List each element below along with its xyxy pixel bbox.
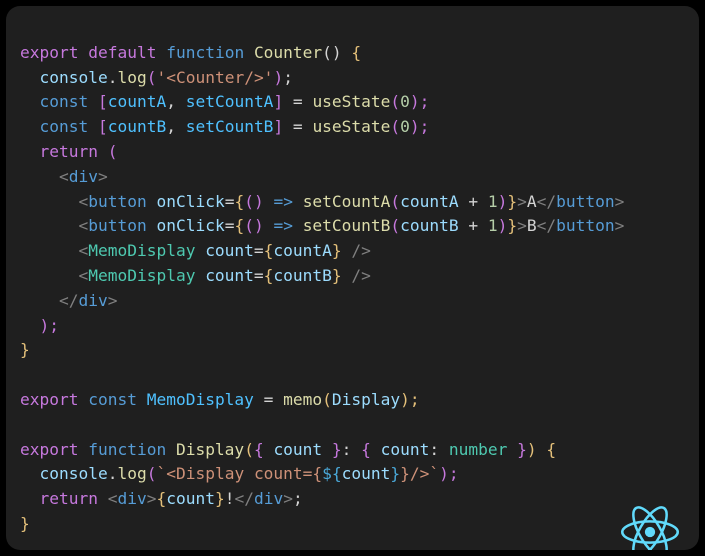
code-line-5: return ( (20, 142, 117, 161)
react-logo-icon (621, 478, 679, 536)
screenshot-frame: export default function Counter() { cons… (0, 0, 705, 556)
code-line-19: return <div>{count}!</div>; (20, 489, 303, 508)
code-line-1: export default function Counter() { (20, 43, 361, 62)
code-line-blank-2 (20, 415, 30, 434)
code-line-15: export const MemoDisplay = memo(Display)… (20, 390, 420, 409)
code-line-18: console.log(`<Display count={${count}}/>… (20, 464, 459, 483)
code-line-10: <MemoDisplay count={countB} /> (20, 266, 371, 285)
code-line-blank (20, 365, 30, 384)
code-line-3: const [countA, setCountA] = useState(0); (20, 92, 429, 111)
code-line-20: } (20, 514, 30, 533)
code-line-17: export function Display({ count }: { cou… (20, 440, 556, 459)
code-line-11: </div> (20, 291, 117, 310)
code-editor-panel: export default function Counter() { cons… (6, 6, 699, 550)
code-line-8: <button onClick={() => setCountB(countB … (20, 216, 624, 235)
code-line-2: console.log('<Counter/>'); (20, 68, 293, 87)
code-line-9: <MemoDisplay count={countA} /> (20, 241, 371, 260)
code-line-6: <div> (20, 167, 108, 186)
code-line-13: } (20, 340, 30, 359)
code-line-7: <button onClick={() => setCountA(countA … (20, 192, 624, 211)
code-line-12: ); (20, 316, 59, 335)
code-line-4: const [countB, setCountB] = useState(0); (20, 117, 429, 136)
